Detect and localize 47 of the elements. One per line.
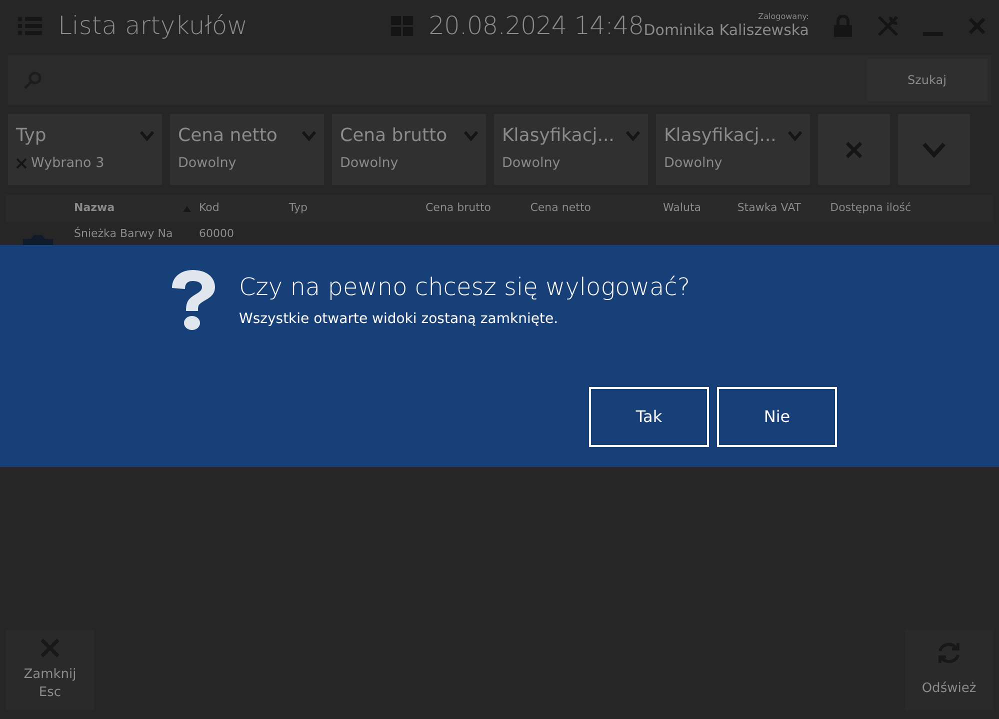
filter-value: Dowolny [664,154,722,173]
filter-label: Klasyfikacj... [664,124,776,148]
table-cell-text: Śnieżka Barwy Na [73,226,174,242]
chevron-down-icon [464,130,478,140]
column-header[interactable]: Cena brutto [426,200,491,217]
filter-label: Klasyfikacj... [502,124,614,148]
column-header[interactable]: Stawka VAT [737,200,801,217]
filter-label: Cena brutto [340,124,448,148]
column-header[interactable]: Typ [289,200,308,217]
user-caption: Zalogowany: [758,10,809,22]
date-time: 20.08.2024 14:48 [428,10,644,42]
filter-dropdown[interactable]: Klasyfikacj... Dowolny [494,114,648,185]
filter-value: Dowolny [340,154,398,173]
column-header[interactable]: Waluta [663,200,701,217]
filter-label: Cena netto [178,124,278,148]
search-button[interactable]: Szukaj [867,59,987,101]
yes-button[interactable]: Tak [589,387,709,447]
chevron-down-icon [140,130,154,140]
search-bar[interactable]: Szukaj [8,55,991,105]
filter-dropdown[interactable]: Cena brutto Dowolny [332,114,486,185]
chevron-down-icon [788,130,802,140]
column-header[interactable]: Kod [199,200,220,217]
filter-dropdown[interactable]: Typ Wybrano 3 [8,114,162,185]
clear-icon[interactable] [16,158,27,169]
clear-filters-button[interactable] [818,114,890,185]
column-header[interactable]: Dostępna ilość [830,200,911,217]
chevron-down-icon [626,130,640,140]
filter-dropdown[interactable]: Klasyfikacj... Dowolny [656,114,810,185]
chevron-down-icon [302,130,316,140]
user-name: Dominika Kaliszewska [644,22,809,38]
dialog-message: Wszystkie otwarte widoki zostaną zamknięte. [239,310,560,329]
filter-value: Dowolny [502,154,560,173]
close-button[interactable]: Zamknij Esc [6,630,94,710]
expand-filters-button[interactable] [898,114,970,185]
column-header[interactable]: Nazwa [74,200,115,217]
chevron-down-icon [922,142,946,158]
filter-value: Wybrano 3 [31,154,104,173]
close-icon [844,140,864,160]
refresh-button[interactable]: Odśwież [905,630,993,710]
filter-value: Dowolny [178,154,236,173]
dialog-title: Czy na pewno chcesz się wylogować? [239,272,690,303]
window-title: Lista artykułów [58,10,248,42]
filter-dropdown[interactable]: Cena netto Dowolny [170,114,324,185]
filter-label: Typ [16,124,46,148]
column-header[interactable]: Cena netto [530,200,591,217]
table-cell-text: 60000 [198,226,235,242]
no-button[interactable]: Nie [717,387,837,447]
